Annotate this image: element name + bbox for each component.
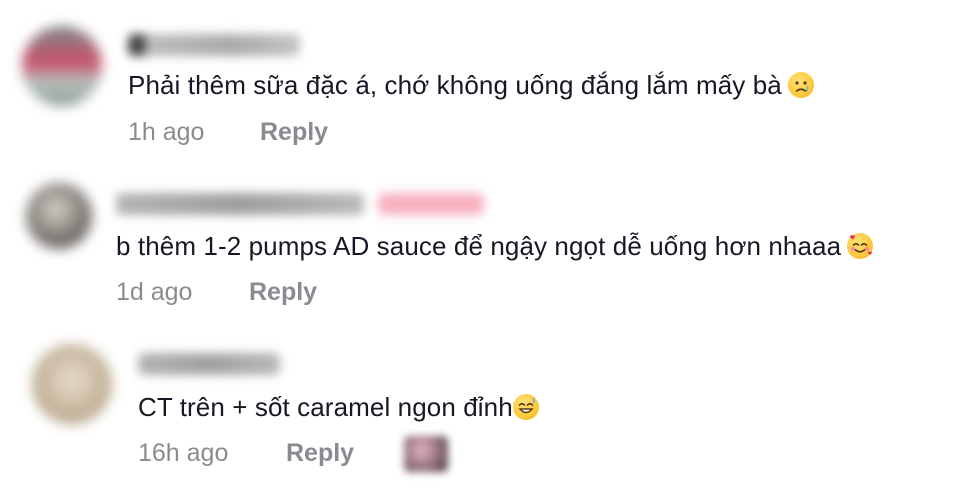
comment-text: CT trên + sốt caramel ngon đỉnh — [138, 392, 539, 422]
grinning-face-with-sweat-icon — [512, 394, 539, 420]
reply-button[interactable]: Reply — [286, 438, 354, 468]
avatar[interactable] — [32, 344, 112, 424]
comment-timestamp: 16h ago — [138, 439, 229, 467]
reply-author-avatar[interactable] — [404, 436, 448, 472]
comment-text-content: CT trên + sốt caramel ngon đỉnh — [138, 392, 513, 422]
comment-item: CT trên + sốt caramel ngon đỉnh 16h ago … — [0, 0, 975, 492]
username[interactable] — [138, 353, 280, 375]
